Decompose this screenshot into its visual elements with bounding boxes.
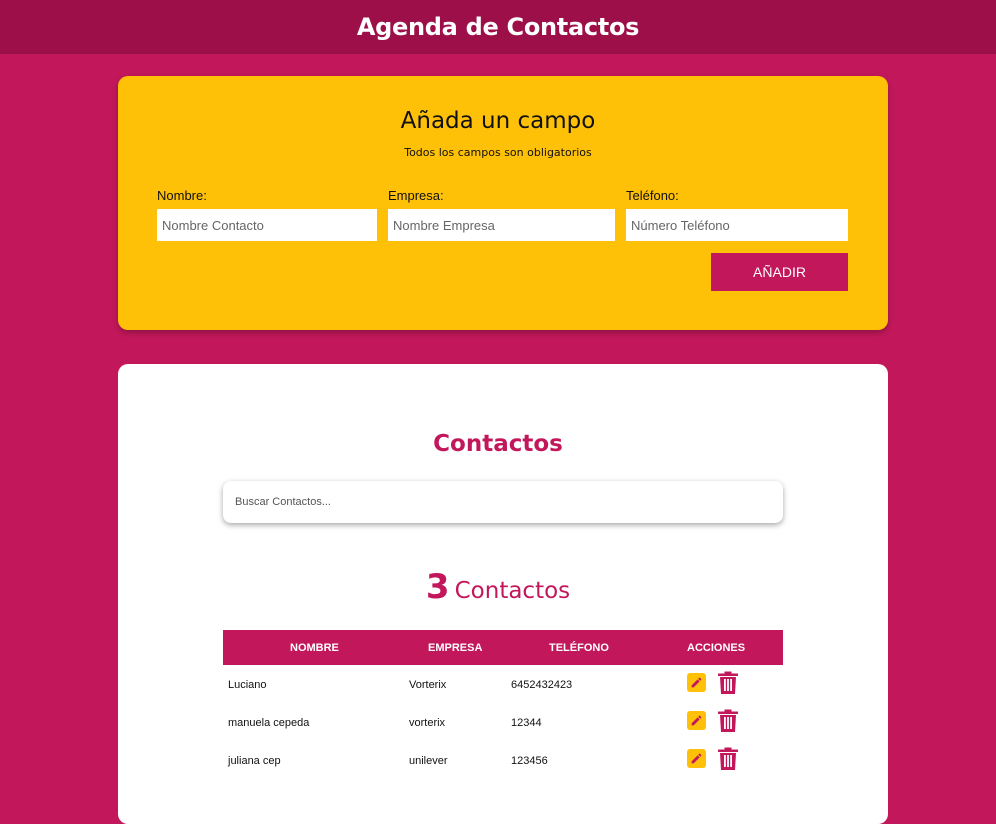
pencil-icon [690,676,703,689]
telefono-label: Teléfono: [626,188,679,203]
column-header-nombre: Nombre [290,642,339,654]
cell-empresa: vorterix [409,717,446,729]
column-header-telefono: Teléfono [549,642,609,654]
add-button[interactable]: Añadir [711,253,848,291]
contacts-table: Nombre Empresa Teléfono Acciones Luciano… [223,630,783,779]
table-row: Luciano Vorterix 6452432423 [223,665,783,703]
pencil-icon [690,752,703,765]
column-header-empresa: Empresa [428,642,483,654]
contacts-count-number: 3 [425,567,450,607]
cell-telefono: 123456 [511,755,548,767]
cell-nombre: Luciano [228,679,267,691]
table-row: manuela cepeda vorterix 12344 [223,703,783,741]
edit-button[interactable] [687,711,706,730]
pencil-icon [690,714,703,727]
cell-empresa: Vorterix [409,679,447,691]
edit-button[interactable] [687,749,706,768]
delete-button[interactable] [717,747,739,771]
nombre-input[interactable] [157,209,377,241]
table-row: juliana cep unilever 123456 [223,741,783,779]
nombre-label: Nombre: [157,188,207,203]
edit-button[interactable] [687,673,706,692]
telefono-input[interactable] [626,209,848,241]
delete-button[interactable] [717,671,739,695]
trash-icon [717,671,739,695]
cell-telefono: 6452432423 [511,679,573,691]
form-subtitle: Todos los campos son obligatorios [404,146,592,159]
delete-button[interactable] [717,709,739,733]
contacts-count: 3 Contactos [0,567,996,607]
empresa-input[interactable] [388,209,615,241]
app-title: Agenda de Contactos [356,13,640,41]
trash-icon [717,747,739,771]
empresa-label: Empresa: [388,188,444,203]
contacts-title: Contactos [433,431,563,457]
cell-nombre: manuela cepeda [228,717,310,729]
contacts-count-label: Contactos [454,578,571,604]
search-input[interactable] [223,481,783,523]
table-header: Nombre Empresa Teléfono Acciones [223,630,783,665]
app-header: Agenda de Contactos [0,0,996,54]
column-header-acciones: Acciones [687,642,746,654]
cell-telefono: 12344 [511,717,542,729]
form-title: Añada un campo [400,108,596,134]
trash-icon [717,709,739,733]
cell-nombre: juliana cep [228,755,281,767]
cell-empresa: unilever [409,755,448,767]
